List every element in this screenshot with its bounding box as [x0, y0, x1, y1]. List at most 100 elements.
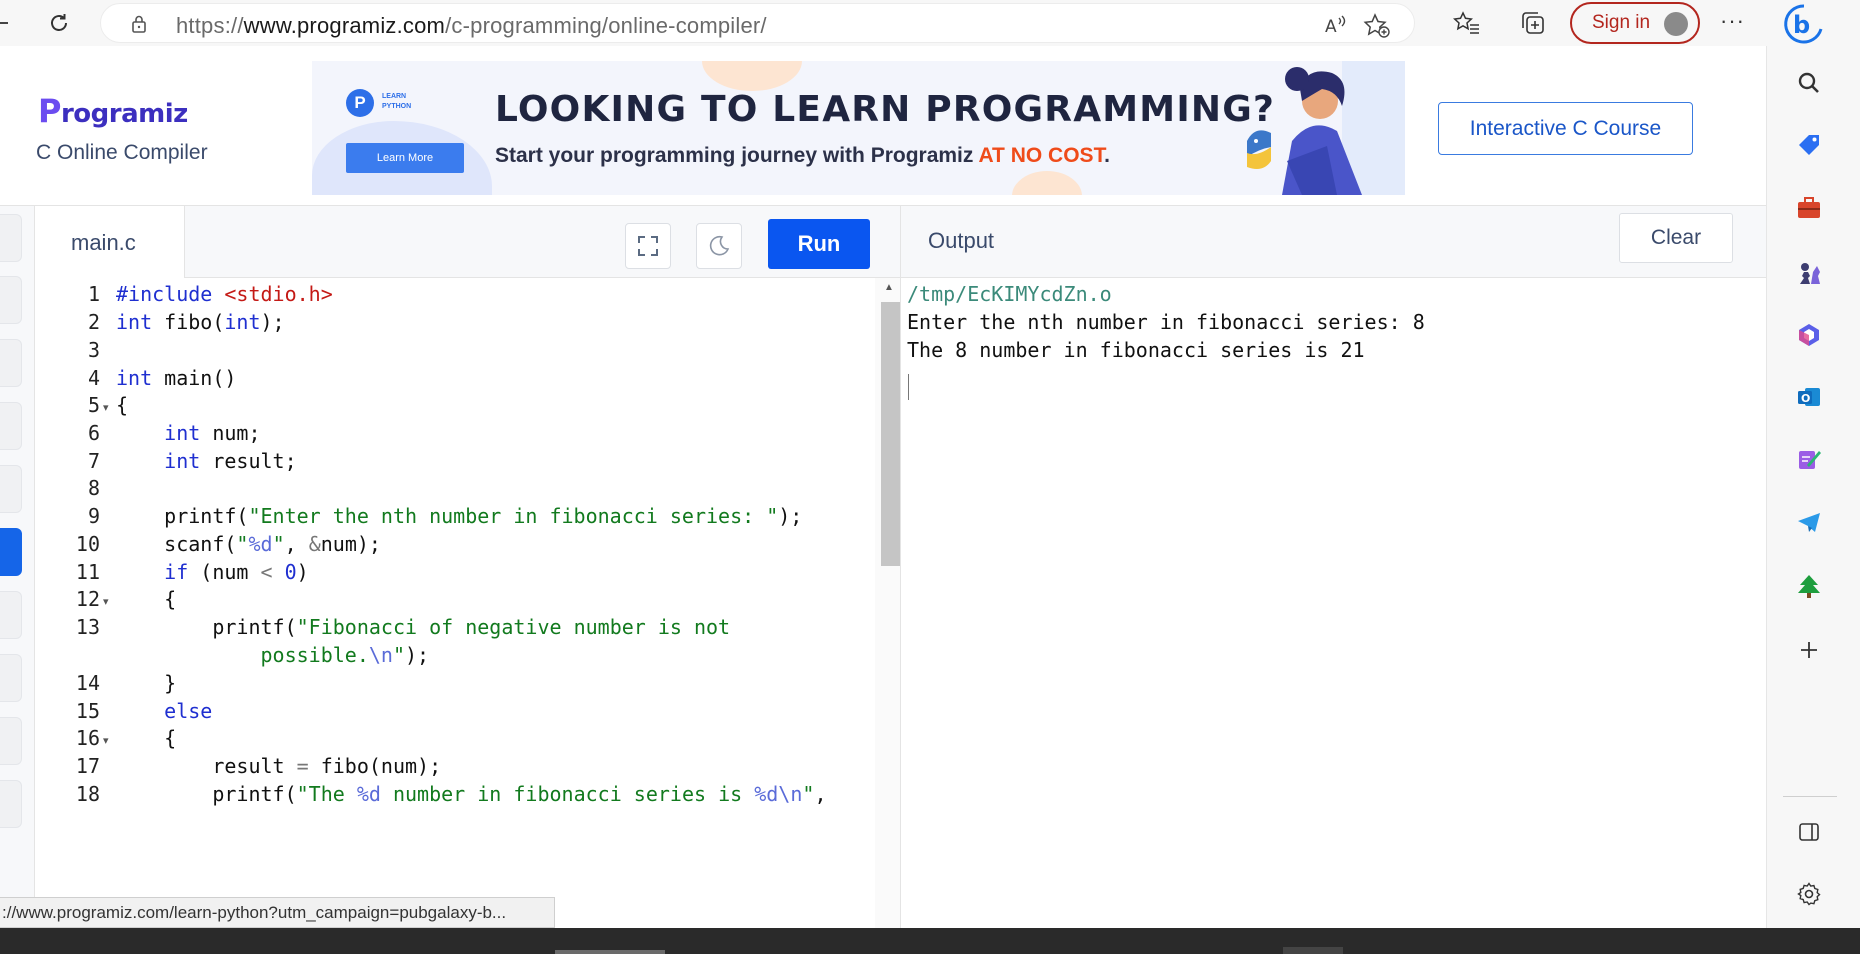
url-text[interactable]: https://www.programiz.com/c-programming/…	[176, 13, 767, 39]
outlook-icon[interactable]: O	[1793, 381, 1825, 413]
code-editor[interactable]: 1 2 3 4 5 6 7 8 9 10 11 12 13 14 15 16 1…	[35, 278, 900, 954]
badge-text: LEARN PYTHON	[382, 92, 411, 112]
add-icon[interactable]	[1793, 634, 1825, 666]
settings-icon[interactable]	[1793, 878, 1825, 910]
language-tab[interactable]	[0, 591, 22, 639]
ad-banner[interactable]: P LEARN PYTHON Learn More LOOKING TO LEAR…	[312, 61, 1405, 195]
code-line: printf("The %d number in fibonacci serie…	[116, 782, 827, 806]
designer-icon[interactable]	[1793, 443, 1825, 475]
language-tab[interactable]	[0, 276, 22, 324]
language-tab[interactable]	[0, 465, 22, 513]
edge-sidebar: O	[1766, 46, 1860, 954]
read-aloud-icon[interactable]: A	[1323, 12, 1349, 38]
output-line: /tmp/EcKIMYcdZn.o	[907, 282, 1112, 306]
ad-subtitle-text: Start your programming journey with Prog…	[495, 144, 979, 167]
ad-decoration	[1012, 171, 1082, 195]
fold-arrow-icon[interactable]: ▾	[103, 401, 109, 414]
line-number: 7	[87, 449, 100, 473]
avatar	[1664, 12, 1688, 36]
line-number: 6	[87, 421, 100, 445]
sign-in-button[interactable]: Sign in	[1570, 2, 1700, 44]
output-title: Output	[928, 228, 995, 253]
back-icon[interactable]	[0, 10, 10, 36]
dark-mode-icon[interactable]	[696, 223, 742, 269]
tab-main-c[interactable]: main.c	[35, 206, 185, 279]
more-options-icon[interactable]: ···	[1720, 8, 1745, 34]
ad-decoration	[702, 61, 802, 91]
url-domain: www.programiz.com	[243, 13, 446, 38]
programiz-logo[interactable]: Programiz	[38, 92, 188, 130]
line-number: 13	[75, 615, 100, 639]
output-line: The 8 number in fibonacci series is 21	[907, 338, 1365, 362]
language-tab[interactable]	[0, 717, 22, 765]
code-line: printf("Enter the nth number in fibonacc…	[116, 504, 803, 528]
page-subtitle: C Online Compiler	[36, 141, 208, 164]
ad-subtitle: Start your programming journey with Prog…	[495, 144, 1110, 168]
games-icon[interactable]	[1793, 258, 1825, 290]
ad-learn-more-button[interactable]: Learn More	[346, 143, 464, 173]
line-number: 5	[87, 393, 100, 417]
browser-window: https://www.programiz.com/c-programming/…	[0, 0, 1860, 954]
fold-arrow-icon[interactable]: ▾	[103, 734, 109, 747]
line-number: 3	[87, 338, 100, 362]
logo-letter: P	[38, 92, 61, 130]
code-line: int main()	[116, 366, 237, 390]
collections-icon[interactable]	[1518, 8, 1548, 38]
learn-python-badge: P LEARN PYTHON	[346, 89, 430, 119]
editor-scrollbar[interactable]: ▲ ▼	[875, 278, 900, 954]
fold-arrow-icon[interactable]: ▾	[103, 595, 109, 608]
code-line: #include <stdio.h>	[116, 282, 333, 306]
svg-text:A: A	[1325, 17, 1337, 37]
svg-text:O: O	[1801, 392, 1810, 405]
code-line: scanf("%d", &num);	[116, 532, 381, 556]
code-line: result = fibo(num);	[116, 754, 442, 778]
fullscreen-icon[interactable]	[625, 223, 671, 269]
line-number: 10	[75, 532, 100, 556]
code-line: int fibo(int);	[116, 310, 285, 334]
taskbar	[0, 928, 1860, 954]
favorites-icon[interactable]	[1452, 8, 1482, 38]
line-number: 4	[87, 366, 100, 390]
sign-in-label: Sign in	[1592, 12, 1651, 33]
interactive-course-button[interactable]: Interactive C Course	[1438, 102, 1693, 155]
address-bar[interactable]: https://www.programiz.com/c-programming/…	[100, 3, 1415, 43]
ad-subtitle-highlight: AT NO COST	[978, 144, 1105, 167]
scroll-up-icon[interactable]: ▲	[884, 282, 894, 293]
output-console[interactable]: /tmp/EcKIMYcdZn.o Enter the nth number i…	[900, 278, 1766, 954]
search-icon[interactable]	[1793, 67, 1825, 99]
run-button[interactable]: Run	[768, 219, 870, 269]
url-prefix: https://	[176, 13, 244, 38]
code-line: if (num < 0)	[164, 560, 309, 584]
language-sidebar	[0, 206, 35, 954]
line-number: 8	[87, 476, 100, 500]
language-tab[interactable]	[0, 654, 22, 702]
microsoft365-icon[interactable]	[1793, 319, 1825, 351]
tools-icon[interactable]	[1793, 192, 1825, 224]
language-tab[interactable]	[0, 780, 22, 828]
scrollbar-thumb[interactable]	[881, 302, 900, 566]
code-line: else	[164, 699, 213, 723]
status-link-preview: ://www.programiz.com/learn-python?utm_ca…	[0, 897, 555, 928]
code-line: {	[116, 393, 129, 417]
language-tab-active[interactable]	[0, 528, 22, 576]
code-line: {	[116, 587, 177, 611]
bing-icon[interactable]: b	[1782, 2, 1826, 46]
telegram-icon[interactable]	[1793, 506, 1825, 538]
language-tab[interactable]	[0, 339, 22, 387]
clear-button[interactable]: Clear	[1619, 213, 1733, 263]
output-toolbar: Output Clear	[900, 206, 1766, 278]
sidebar-toggle-icon[interactable]	[1793, 816, 1825, 848]
text-cursor	[908, 374, 909, 400]
tree-icon[interactable]	[1793, 570, 1825, 602]
badge-text-line-1: LEARN	[382, 93, 407, 100]
language-tab[interactable]	[0, 402, 22, 450]
ad-title: LOOKING TO LEARN PROGRAMMING?	[495, 89, 1276, 130]
shopping-tag-icon[interactable]	[1793, 129, 1825, 161]
language-tab[interactable]	[0, 214, 22, 262]
add-favorite-icon[interactable]	[1363, 12, 1390, 38]
refresh-icon[interactable]	[42, 6, 76, 40]
editor-toolbar: main.c Run	[35, 206, 900, 279]
lock-icon[interactable]	[129, 14, 149, 34]
code-line: int result;	[164, 449, 297, 473]
browser-toolbar: https://www.programiz.com/c-programming/…	[0, 0, 1860, 46]
